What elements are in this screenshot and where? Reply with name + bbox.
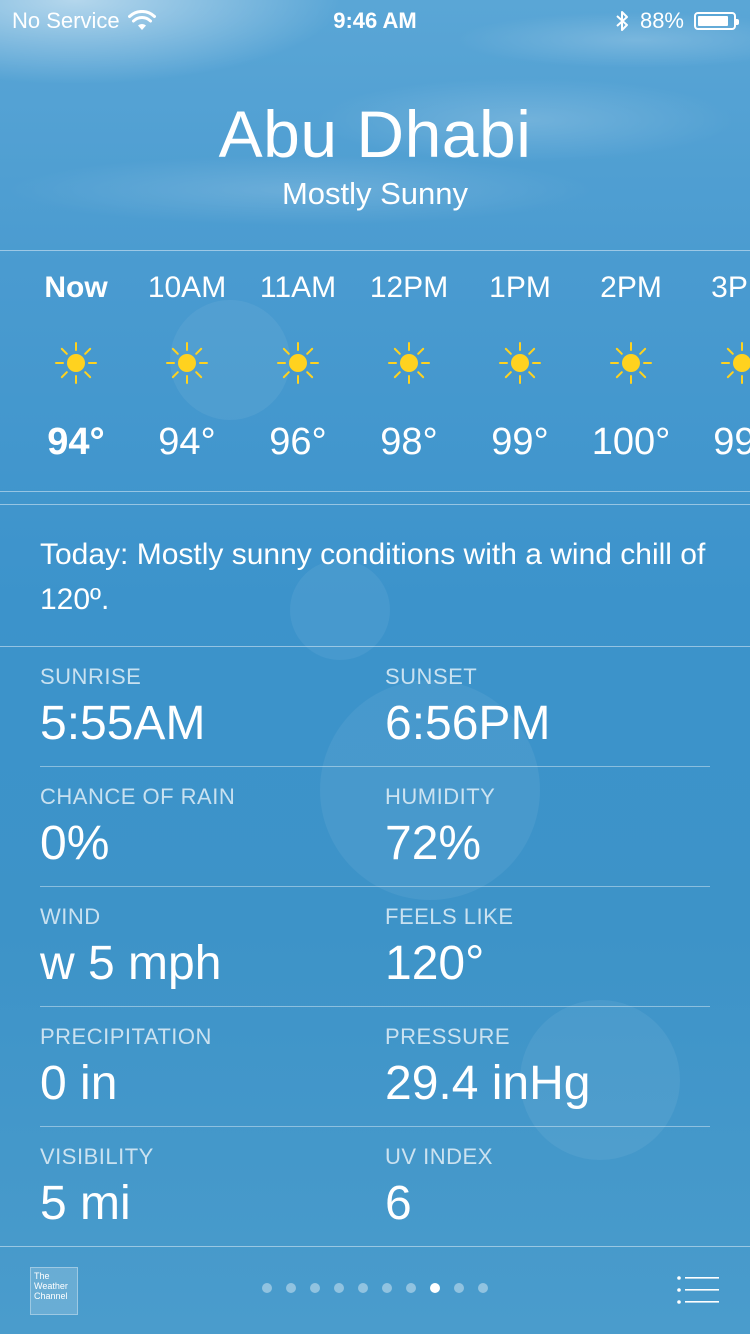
hour-temp: 94° <box>47 421 105 463</box>
hour-time: 10AM <box>147 271 227 304</box>
detail-row: WIND w 5 mph FEELS LIKE 120° <box>40 886 710 1006</box>
detail-label: FEELS LIKE <box>385 904 514 929</box>
detail-label: PRECIPITATION <box>40 1024 212 1049</box>
detail-label: WIND <box>40 904 101 929</box>
battery-level <box>698 16 728 26</box>
hour-temp: 100° <box>591 421 671 463</box>
current-condition: Mostly Sunny <box>281 176 469 211</box>
hour-temp: 99° <box>713 421 750 463</box>
page-dot[interactable] <box>286 1283 296 1293</box>
bluetooth-icon <box>616 11 628 31</box>
hour-temp: 99° <box>491 421 549 463</box>
detail-row: PRECIPITATION 0 in PRESSURE 29.4 inHg <box>40 1006 710 1126</box>
page-dot[interactable] <box>310 1283 320 1293</box>
hour-time: 11AM <box>259 271 337 304</box>
detail-value: 29.4 inHg <box>385 1057 591 1110</box>
detail-value: 0 in <box>40 1057 118 1110</box>
detail-value: 6 <box>385 1177 412 1230</box>
hour-time: Now <box>44 271 108 304</box>
detail-value: 5 mi <box>40 1177 131 1230</box>
page-dot[interactable] <box>262 1283 272 1293</box>
page-dot[interactable] <box>430 1283 440 1293</box>
page-dot[interactable] <box>382 1283 392 1293</box>
hour-temp: 96° <box>269 421 327 463</box>
sun-icon <box>388 342 430 384</box>
sun-icon <box>277 342 319 384</box>
details-list: SUNRISE 5:55AM SUNSET 6:56PM CHANCE OF R… <box>40 646 710 1246</box>
page-dot[interactable] <box>358 1283 368 1293</box>
detail-row: CHANCE OF RAIN 0% HUMIDITY 72% <box>40 766 710 886</box>
city-list-icon[interactable] <box>676 1275 720 1305</box>
sun-icon <box>55 342 97 384</box>
page-indicator[interactable] <box>0 1283 750 1293</box>
hourly-forecast[interactable]: Now 94° 10AM 94° 11AM 96° 12PM 98° 1PM 99° 2PM 100°… <box>0 251 750 491</box>
detail-label: PRESSURE <box>385 1024 511 1049</box>
battery-icon <box>694 12 739 30</box>
detail-label: HUMIDITY <box>385 784 496 809</box>
sun-icon <box>610 342 652 384</box>
status-bar: No Service 9:46 AM 88% <box>0 0 750 40</box>
detail-label: UV INDEX <box>385 1144 493 1169</box>
page-dot[interactable] <box>478 1283 488 1293</box>
detail-label: SUNRISE <box>40 664 142 689</box>
battery-cap <box>736 19 739 25</box>
detail-value: 5:55AM <box>40 697 206 750</box>
detail-label: CHANCE OF RAIN <box>40 784 236 809</box>
detail-value: w 5 mph <box>40 937 222 990</box>
detail-row: VISIBILITY 5 mi UV INDEX 6 <box>40 1126 710 1246</box>
hour-time: 2PM <box>600 271 662 304</box>
divider <box>0 491 750 492</box>
battery-percent: 88% <box>639 8 684 33</box>
hour-temp: 94° <box>158 421 216 463</box>
hour-time: 12PM <box>369 271 449 304</box>
page-dot[interactable] <box>406 1283 416 1293</box>
sun-icon <box>721 342 750 384</box>
divider <box>0 504 750 505</box>
page-dot[interactable] <box>454 1283 464 1293</box>
bottom-bar: The Weather Channel <box>0 1247 750 1334</box>
hour-time: 1PM <box>489 271 551 304</box>
hour-time: 3PM <box>711 271 750 304</box>
detail-value: 120° <box>385 937 485 990</box>
detail-value: 6:56PM <box>385 697 551 750</box>
hour-temp: 98° <box>380 421 438 463</box>
detail-row: SUNRISE 5:55AM SUNSET 6:56PM <box>40 646 710 766</box>
detail-value: 72% <box>385 817 482 870</box>
city-name: Abu Dhabi <box>218 97 532 171</box>
page-dot[interactable] <box>334 1283 344 1293</box>
today-summary: Today: Mostly sunny conditions with a wi… <box>40 538 706 616</box>
sun-icon <box>499 342 541 384</box>
status-right: 88% <box>614 8 739 34</box>
detail-label: VISIBILITY <box>40 1144 154 1169</box>
detail-label: SUNSET <box>385 664 478 689</box>
detail-value: 0% <box>40 817 110 870</box>
sun-icon <box>166 342 208 384</box>
